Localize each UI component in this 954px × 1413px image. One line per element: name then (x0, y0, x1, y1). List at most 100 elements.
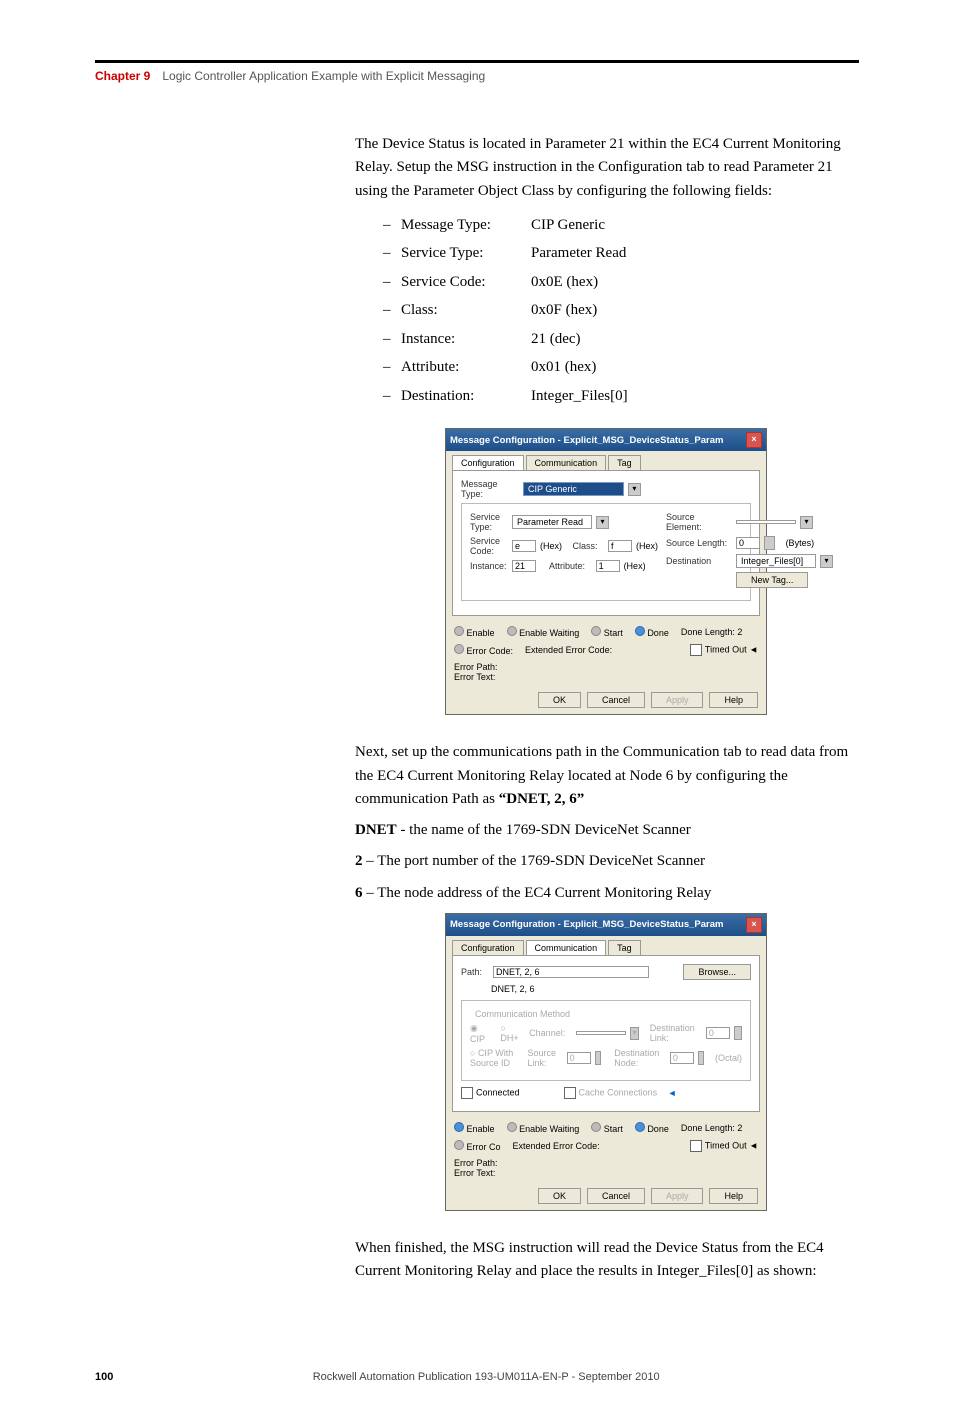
dh-radio: ○ DH+ (500, 1023, 518, 1043)
cancel-button[interactable]: Cancel (587, 1188, 645, 1204)
chapter-label: Chapter 9 (95, 69, 150, 83)
srclink-input: 0 (567, 1052, 591, 1064)
class-label: Class: (573, 541, 598, 551)
path-label: Path: (461, 967, 489, 977)
spinner-icon (698, 1051, 705, 1065)
chevron-down-icon[interactable]: ▾ (820, 555, 833, 568)
chapter-title: Logic Controller Application Example wit… (162, 69, 485, 83)
field-value: 0x01 (hex) (531, 353, 596, 382)
arrow-icon: ◄ (668, 1088, 677, 1098)
ok-button[interactable]: OK (538, 1188, 581, 1204)
instance-input[interactable]: 21 (512, 560, 536, 572)
attr-label: Attribute: (549, 561, 585, 571)
start-status: Start (591, 1122, 623, 1134)
para-next: Next, set up the communications path in … (355, 741, 859, 811)
field-label: Message Type: (401, 211, 531, 240)
svctype-label: Service Type: (470, 512, 508, 532)
msgtype-select[interactable]: CIP Generic (523, 482, 624, 496)
field-label: Class: (401, 296, 531, 325)
destnode-label: Destination Node: (614, 1048, 659, 1068)
tab-tag[interactable]: Tag (608, 940, 641, 955)
field-label: Destination: (401, 382, 531, 411)
errtext-label: Error Text: (454, 1168, 758, 1178)
errtext-label: Error Text: (454, 672, 758, 682)
done-status: Done (635, 626, 669, 638)
cipsrc-radio: ○ CIP With Source ID (470, 1048, 515, 1068)
apply-button[interactable]: Apply (651, 1188, 704, 1204)
para-two: 2 – The port number of the 1769-SDN Devi… (355, 850, 859, 873)
tab-configuration[interactable]: Configuration (452, 940, 524, 955)
tab-configuration[interactable]: Configuration (452, 455, 524, 470)
octal-label: (Octal) (715, 1053, 742, 1063)
srclen-input[interactable]: 0 (736, 537, 760, 549)
spinner-icon[interactable] (764, 536, 775, 550)
dialog-title: Message Configuration - Explicit_MSG_Dev… (450, 435, 723, 446)
class-input[interactable]: f (608, 540, 632, 552)
chevron-down-icon[interactable]: ▾ (628, 483, 641, 496)
msgtype-label: Message Type: (461, 479, 519, 499)
start-status: Start (591, 626, 623, 638)
errpath-label: Error Path: (454, 1158, 758, 1168)
publication-info: Rockwell Automation Publication 193-UM01… (313, 1371, 660, 1383)
svccode-label: Service Code: (470, 536, 508, 556)
help-button[interactable]: Help (709, 1188, 758, 1204)
destnode-input: 0 (670, 1052, 694, 1064)
instance-label: Instance: (470, 561, 508, 571)
errorcode-status: Error Co (454, 1140, 501, 1152)
cancel-button[interactable]: Cancel (587, 692, 645, 708)
path-input[interactable]: DNET, 2, 6 (493, 966, 649, 978)
newtag-button[interactable]: New Tag... (736, 572, 808, 588)
svctype-select[interactable]: Parameter Read (512, 515, 592, 529)
exterr-status: Extended Error Code: (525, 645, 612, 655)
donelen-status: Done Length: 2 (681, 627, 743, 637)
srcelem-select[interactable] (736, 520, 796, 524)
dialog-config: Message Configuration - Explicit_MSG_Dev… (445, 428, 767, 715)
srclink-label: Source Link: (528, 1048, 557, 1068)
cip-radio: ◉ CIP (470, 1023, 487, 1044)
svccode-input[interactable]: e (512, 540, 536, 552)
channel-label: Channel: (529, 1028, 565, 1038)
spinner-icon (734, 1026, 742, 1040)
timeout-check[interactable]: Timed Out ◄ (690, 1140, 758, 1152)
close-icon[interactable]: × (746, 432, 762, 448)
spinner-icon (595, 1051, 602, 1065)
field-value: 0x0F (hex) (531, 296, 597, 325)
errpath-label: Error Path: (454, 662, 758, 672)
timeout-check[interactable]: Timed Out ◄ (690, 644, 758, 656)
tab-communication[interactable]: Communication (526, 455, 607, 470)
connected-check[interactable]: Connected (461, 1087, 520, 1099)
cache-check: Cache Connections (564, 1087, 658, 1099)
exterr-status: Extended Error Code: (513, 1141, 600, 1151)
close-icon[interactable]: × (746, 917, 762, 933)
srcelem-label: Source Element: (666, 512, 732, 532)
field-value: 21 (dec) (531, 325, 581, 354)
dialog-comm: Message Configuration - Explicit_MSG_Dev… (445, 913, 767, 1211)
enablewaiting-status: Enable Waiting (507, 1122, 580, 1134)
para-finish: When finished, the MSG instruction will … (355, 1237, 859, 1284)
chevron-down-icon[interactable]: ▾ (596, 516, 609, 529)
destlink-label: Destination Link: (650, 1023, 696, 1043)
dest-select[interactable]: Integer_Files[0] (736, 554, 816, 568)
commmethod-label: Communication Method (472, 1009, 573, 1019)
enablewaiting-status: Enable Waiting (507, 626, 580, 638)
browse-button[interactable]: Browse... (683, 964, 751, 980)
attr-input[interactable]: 1 (596, 560, 620, 572)
path-echo: DNET, 2, 6 (491, 984, 751, 994)
destlink-input: 0 (706, 1027, 730, 1039)
enable-status: Enable (454, 626, 495, 638)
field-value: Parameter Read (531, 239, 626, 268)
para-six: 6 – The node address of the EC4 Current … (355, 882, 859, 905)
tab-tag[interactable]: Tag (608, 455, 641, 470)
field-label: Service Type: (401, 239, 531, 268)
help-button[interactable]: Help (709, 692, 758, 708)
field-label: Service Code: (401, 268, 531, 297)
field-value: CIP Generic (531, 211, 605, 240)
bytes-label: (Bytes) (786, 538, 815, 548)
channel-select (576, 1031, 626, 1035)
dest-label: Destination (666, 556, 732, 566)
apply-button[interactable]: Apply (651, 692, 704, 708)
field-label: Attribute: (401, 353, 531, 382)
chevron-down-icon[interactable]: ▾ (800, 516, 813, 529)
tab-communication[interactable]: Communication (526, 940, 607, 955)
ok-button[interactable]: OK (538, 692, 581, 708)
